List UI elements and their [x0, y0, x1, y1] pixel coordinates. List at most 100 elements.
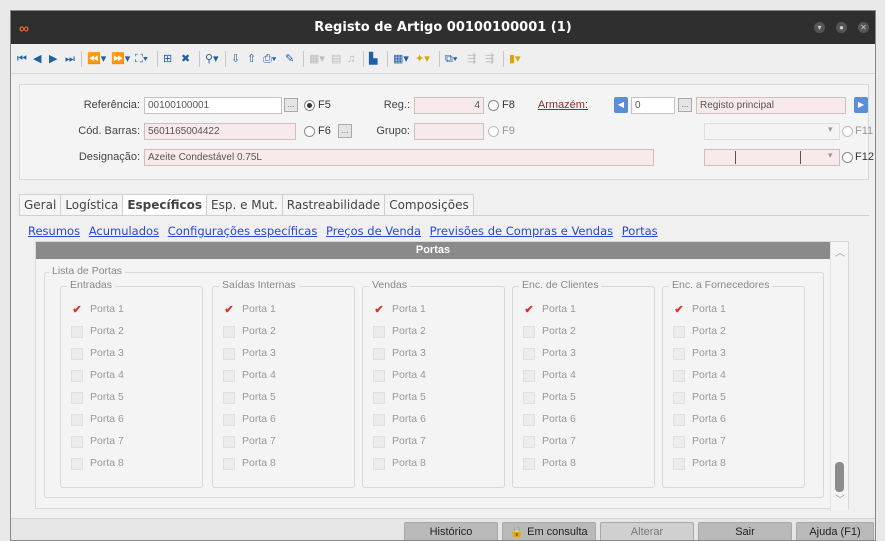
cod-barras-input[interactable]: 5601165004422	[144, 123, 296, 140]
unlink-icon[interactable]: ⇶	[485, 52, 494, 66]
delete-icon[interactable]: ✖	[181, 52, 190, 66]
checkbox[interactable]	[223, 392, 235, 404]
minimize-icon[interactable]: ▾	[814, 22, 825, 33]
checkbox[interactable]	[673, 436, 685, 448]
subnav-precos-venda[interactable]: Preços de Venda	[326, 224, 421, 238]
tab-geral[interactable]: Geral	[19, 194, 62, 216]
checkbox[interactable]	[71, 370, 83, 382]
checkbox[interactable]	[71, 414, 83, 426]
armazem-next-button[interactable]: ▶	[854, 97, 868, 113]
checkbox[interactable]	[673, 348, 685, 360]
grupo-input[interactable]	[414, 123, 484, 140]
scroll-thumb[interactable]	[835, 462, 844, 492]
hierarchy-icon[interactable]: ⛶▾	[135, 52, 148, 66]
ajuda-button[interactable]: Ajuda (F1)	[796, 522, 874, 540]
copy-icon[interactable]: ⧉▾	[445, 52, 457, 66]
f6-radio[interactable]	[304, 126, 315, 137]
armazem-link[interactable]: Armazém:	[520, 99, 588, 111]
reg-input[interactable]: 4	[414, 97, 484, 114]
tab-rastreabilidade[interactable]: Rastreabilidade	[281, 194, 386, 216]
checkbox[interactable]	[223, 326, 235, 338]
print-icon[interactable]: ⎙▾	[263, 52, 276, 66]
checkmark-icon[interactable]: ✔	[71, 304, 83, 316]
grid-icon[interactable]: ▦▾	[309, 52, 325, 66]
subnav-resumos[interactable]: Resumos	[28, 224, 80, 238]
checkmark-icon[interactable]: ✔	[673, 304, 685, 316]
checkbox[interactable]	[673, 326, 685, 338]
checkbox[interactable]	[523, 414, 535, 426]
subnav-acumulados[interactable]: Acumulados	[89, 224, 159, 238]
import-icon[interactable]: ⇩	[231, 52, 240, 66]
tab-esp-mut[interactable]: Esp. e Mut.	[206, 194, 283, 216]
checkbox[interactable]	[673, 392, 685, 404]
checkbox[interactable]	[373, 348, 385, 360]
historico-button[interactable]: Histórico	[404, 522, 498, 540]
checkbox[interactable]	[71, 436, 83, 448]
alterar-button[interactable]: Alterar	[600, 522, 694, 540]
checkbox[interactable]	[373, 392, 385, 404]
close-icon[interactable]: ✕	[858, 22, 869, 33]
f11-dropdown[interactable]	[704, 123, 840, 140]
checkbox[interactable]	[373, 326, 385, 338]
sair-button[interactable]: Sair	[698, 522, 792, 540]
vertical-scrollbar[interactable]: ︿ ﹀	[830, 242, 848, 510]
sql-icon[interactable]: ✎	[285, 52, 294, 66]
last-record-icon[interactable]: ⏭	[65, 52, 75, 66]
armazem-prev-button[interactable]: ◀	[614, 97, 628, 113]
checkbox[interactable]	[223, 414, 235, 426]
wizard-icon[interactable]: ✦▾	[415, 52, 430, 66]
insert-icon[interactable]: ⊞	[163, 52, 172, 66]
checkbox[interactable]	[71, 392, 83, 404]
binoculars-icon[interactable]: ⚲▾	[205, 52, 219, 66]
next-record-icon[interactable]: ▶	[49, 52, 57, 66]
scroll-up-icon[interactable]: ︿	[835, 244, 845, 259]
armazem-input[interactable]: 0	[631, 97, 675, 114]
checkbox[interactable]	[373, 414, 385, 426]
checkbox[interactable]	[71, 326, 83, 338]
f12-radio[interactable]	[842, 152, 853, 163]
designacao-input[interactable]: Azeite Condestável 0.75L	[144, 149, 654, 166]
subnav-previsoes[interactable]: Previsões de Compras e Vendas	[430, 224, 613, 238]
table-icon[interactable]: ▦▾	[393, 52, 409, 66]
checkbox[interactable]	[71, 458, 83, 470]
link-icon[interactable]: ⇶	[467, 52, 476, 66]
tab-especificos[interactable]: Específicos	[122, 194, 208, 216]
tab-logistica[interactable]: Logística	[60, 194, 124, 216]
first-record-icon[interactable]: ⏮	[17, 52, 27, 66]
subnav-portas[interactable]: Portas	[622, 224, 658, 238]
checkbox[interactable]	[223, 348, 235, 360]
checkbox[interactable]	[71, 348, 83, 360]
checkbox[interactable]	[673, 458, 685, 470]
rewind-icon[interactable]: ⏪▾	[87, 52, 106, 66]
checkbox[interactable]	[523, 458, 535, 470]
bookmark-icon[interactable]: ▮▾	[509, 52, 521, 66]
checkmark-icon[interactable]: ✔	[223, 304, 235, 316]
checkmark-icon[interactable]: ✔	[523, 304, 535, 316]
checkbox[interactable]	[523, 326, 535, 338]
scroll-down-icon[interactable]: ﹀	[835, 491, 845, 506]
f8-radio[interactable]	[488, 100, 499, 111]
checkmark-icon[interactable]: ✔	[373, 304, 385, 316]
checkbox[interactable]	[673, 414, 685, 426]
checkbox[interactable]	[523, 370, 535, 382]
attach-icon[interactable]: ♫	[347, 52, 355, 66]
checkbox[interactable]	[373, 370, 385, 382]
f5-radio[interactable]	[304, 100, 315, 111]
tab-composicoes[interactable]: Composições	[384, 194, 474, 216]
checkbox[interactable]	[673, 370, 685, 382]
document-icon[interactable]: ▤	[331, 52, 341, 66]
f11-radio[interactable]	[842, 126, 853, 137]
f9-radio[interactable]	[488, 126, 499, 137]
referencia-input[interactable]: 00100100001	[144, 97, 282, 114]
armazem-lookup-button[interactable]: ...	[678, 98, 692, 112]
f12-dropdown[interactable]	[704, 149, 840, 166]
checkbox[interactable]	[223, 458, 235, 470]
chart-icon[interactable]: ▙	[369, 52, 377, 66]
checkbox[interactable]	[373, 436, 385, 448]
checkbox[interactable]	[523, 392, 535, 404]
subnav-configuracoes[interactable]: Configurações específicas	[168, 224, 318, 238]
export-icon[interactable]: ⇧	[247, 52, 256, 66]
referencia-lookup-button[interactable]: ...	[284, 98, 298, 112]
checkbox[interactable]	[223, 370, 235, 382]
fast-forward-icon[interactable]: ⏩▾	[111, 52, 130, 66]
